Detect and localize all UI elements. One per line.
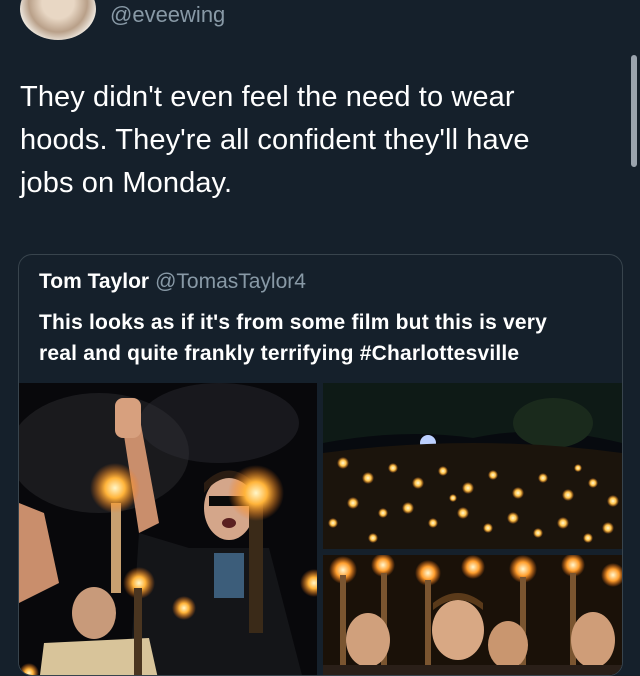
media-photo-1[interactable]: [19, 383, 317, 675]
media-photo-2[interactable]: [323, 383, 622, 549]
media-grid: [19, 383, 622, 675]
quoted-text-line: real and quite frankly terrifying #Charl…: [39, 342, 520, 365]
tweet-text-line: jobs on Monday.: [20, 167, 233, 199]
tweet-text-line: hoods. They're all confident they'll hav…: [20, 124, 530, 156]
tweet-text: They didn't even feel the need to wear h…: [20, 76, 610, 205]
media-photo-3[interactable]: [323, 555, 622, 675]
avatar[interactable]: [20, 0, 96, 40]
quoted-tweet-header: Tom Taylor @TomasTaylor4: [39, 270, 306, 294]
author-handle[interactable]: @eveewing: [110, 2, 225, 28]
tweet-text-line: They didn't even feel the need to wear: [20, 81, 515, 113]
photo-1-graphic: [19, 383, 317, 675]
quoted-text-line: This looks as if it's from some film but…: [39, 311, 548, 334]
quoted-author-handle[interactable]: @TomasTaylor4: [155, 270, 306, 293]
quoted-tweet-card[interactable]: Tom Taylor @TomasTaylor4 This looks as if…: [18, 254, 623, 676]
quoted-author-name[interactable]: Tom Taylor: [39, 270, 149, 293]
photo-3-graphic: [323, 555, 622, 675]
photo-2-graphic: [323, 383, 622, 549]
quoted-tweet-text: This looks as if it's from some film but…: [39, 307, 609, 369]
scrollbar[interactable]: [631, 55, 637, 167]
